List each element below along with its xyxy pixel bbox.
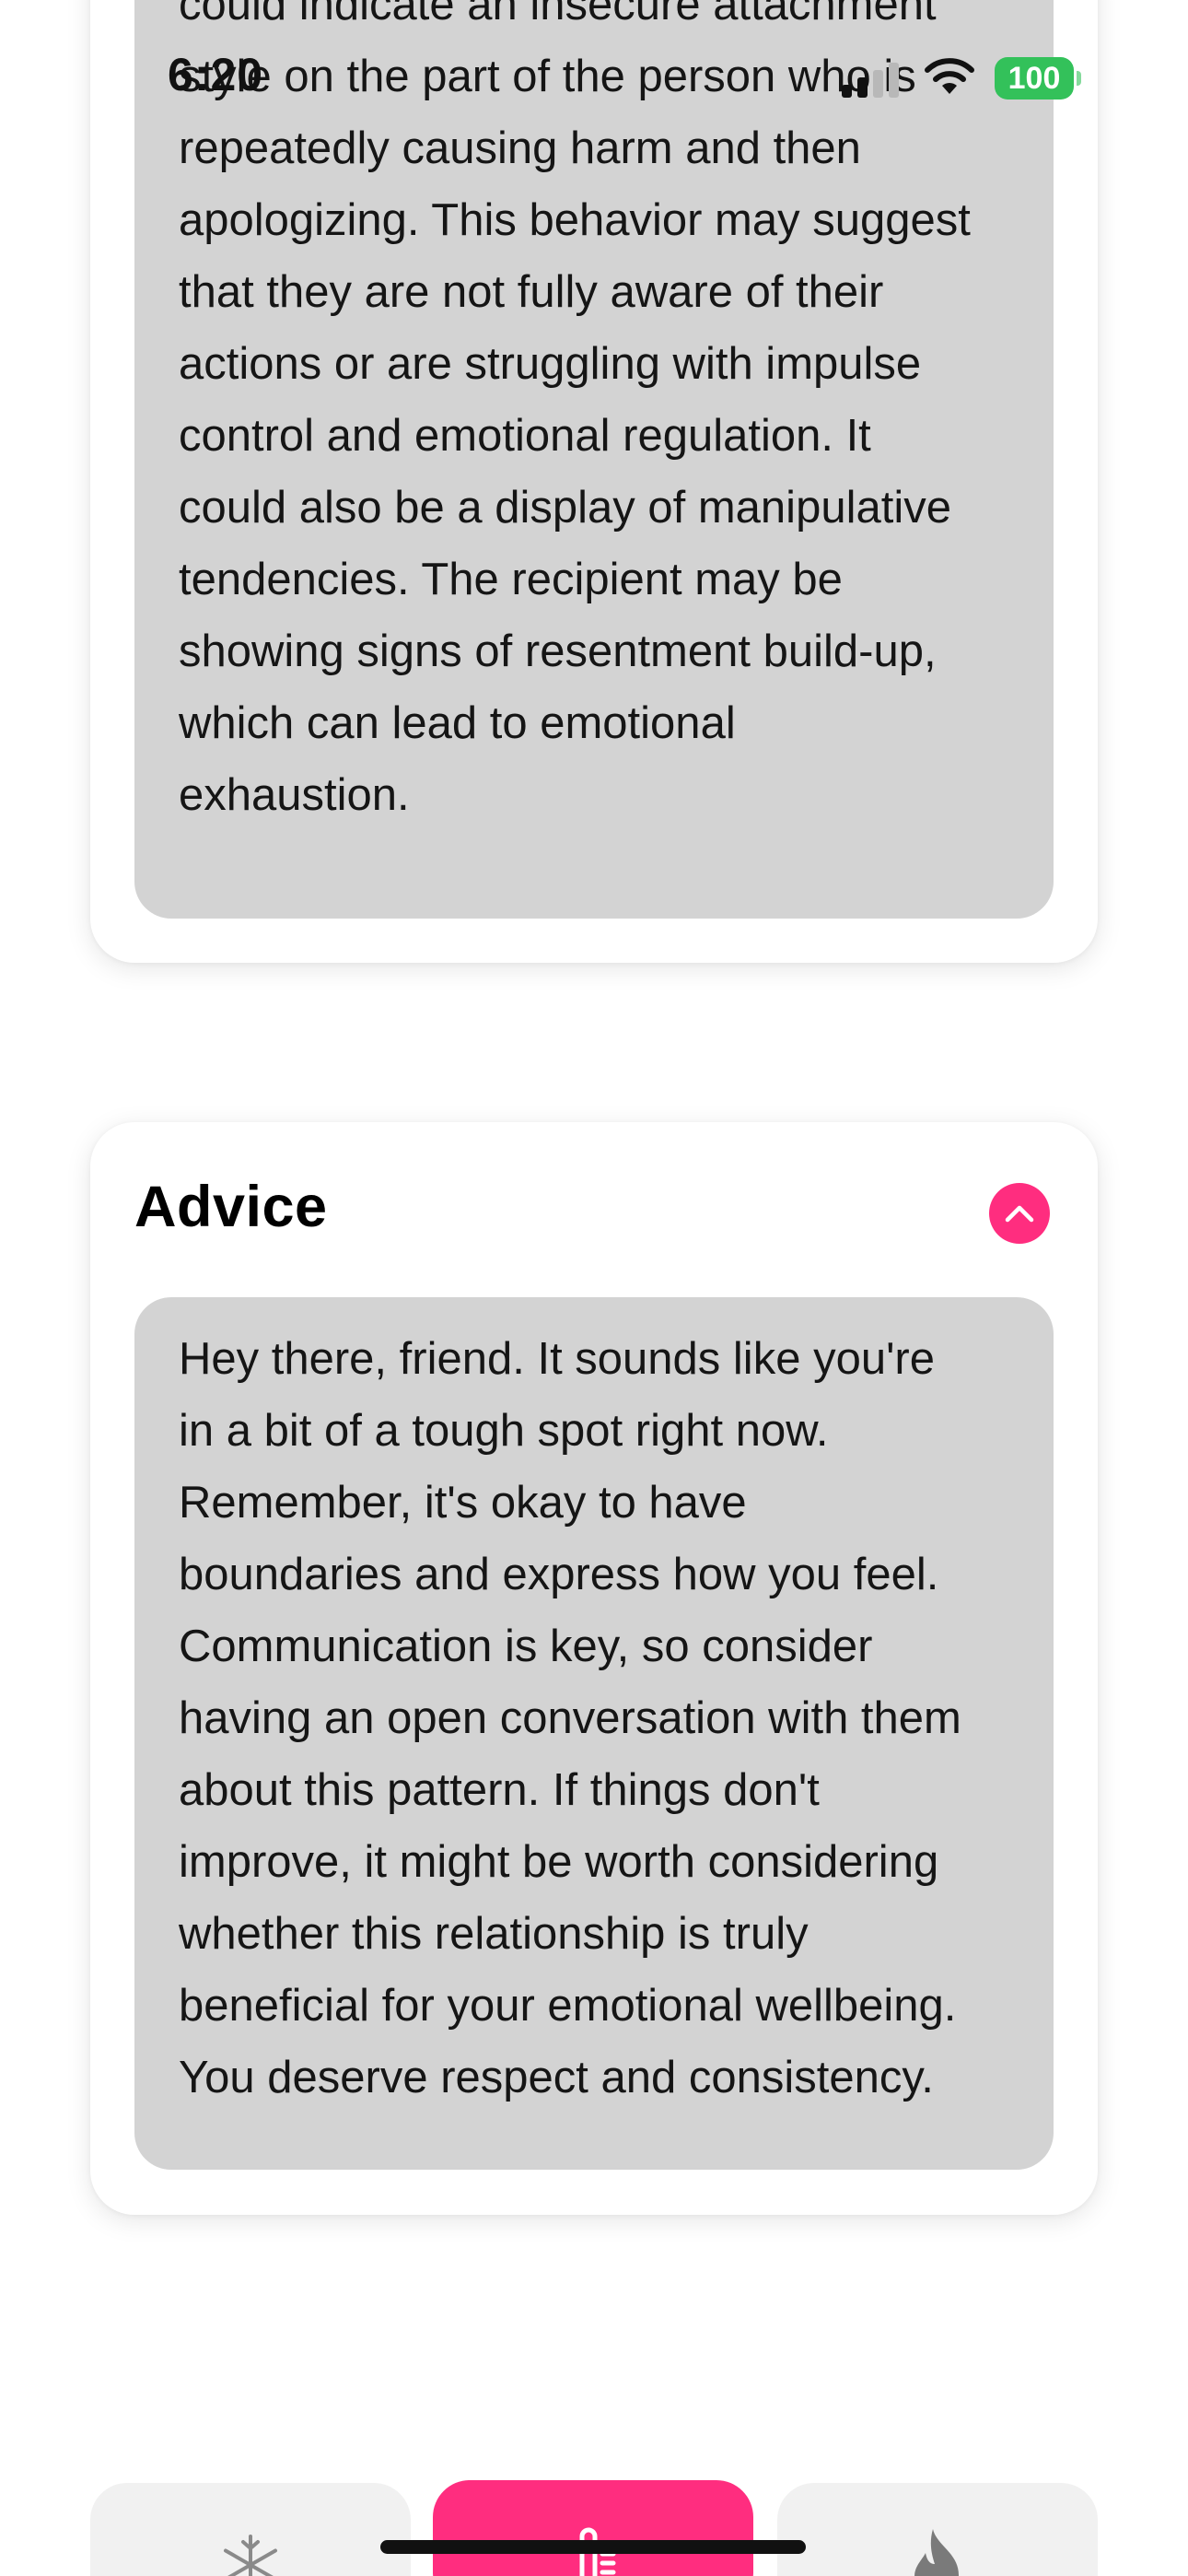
advice-text-line: beneficial for your emotional wellbeing.: [179, 1981, 957, 2031]
advice-title: Advice: [134, 1175, 328, 1239]
advice-text-line: in a bit of a tough spot right now.: [179, 1406, 829, 1456]
analysis-text-line: repeatedly causing harm and then: [179, 123, 861, 173]
advice-text-line: Remember, it's okay to have: [179, 1478, 747, 1528]
analysis-text-line: style on the part of the person who is: [179, 52, 916, 101]
analysis-text-line: exhaustion.: [179, 770, 410, 820]
analysis-card: could indicate an insecure attachment st…: [90, 0, 1098, 963]
analysis-text-line: apologizing. This behavior may suggest: [179, 195, 971, 245]
advice-text-line: You deserve respect and consistency.: [179, 2053, 934, 2102]
chevron-up-icon: [1005, 1205, 1034, 1223]
analysis-text-line: control and emotional regulation. It: [179, 411, 871, 461]
analysis-text-line: showing signs of resentment build-up,: [179, 626, 937, 676]
analysis-text-line: which can lead to emotional: [179, 698, 736, 748]
flame-icon: [914, 2529, 959, 2576]
analysis-text-line: actions or are struggling with impulse: [179, 339, 922, 389]
tab-flame[interactable]: [777, 2483, 1098, 2576]
analysis-text-line: that they are not fully aware of their: [179, 267, 884, 317]
advice-text-line: having an open conversation with them: [179, 1693, 961, 1743]
analysis-text-line: could indicate an insecure attachment: [179, 0, 937, 29]
tab-snowflake[interactable]: [90, 2483, 411, 2576]
analysis-text-line: tendencies. The recipient may be: [179, 555, 843, 604]
analysis-text-line: could also be a display of manipulative: [179, 483, 951, 533]
advice-card: Advice Hey there, friend. It sounds like…: [90, 1122, 1098, 2215]
advice-text-line: boundaries and express how you feel.: [179, 1550, 939, 1599]
snowflake-icon: [224, 2535, 277, 2576]
tab-thermometer[interactable]: [433, 2480, 753, 2576]
collapse-button[interactable]: [989, 1183, 1050, 1244]
home-indicator[interactable]: [380, 2540, 806, 2554]
advice-text-line: improve, it might be worth considering: [179, 1837, 939, 1887]
advice-text-line: whether this relationship is truly: [179, 1909, 809, 1959]
screen: could indicate an insecure attachment st…: [0, 0, 1188, 2576]
analysis-text-box: could indicate an insecure attachment st…: [134, 0, 1054, 919]
advice-text-line: Communication is key, so consider: [179, 1622, 873, 1671]
advice-text-line: about this pattern. If things don't: [179, 1765, 820, 1815]
advice-text-box: Hey there, friend. It sounds like you're…: [134, 1297, 1054, 2170]
advice-text-line: Hey there, friend. It sounds like you're: [179, 1334, 935, 1384]
